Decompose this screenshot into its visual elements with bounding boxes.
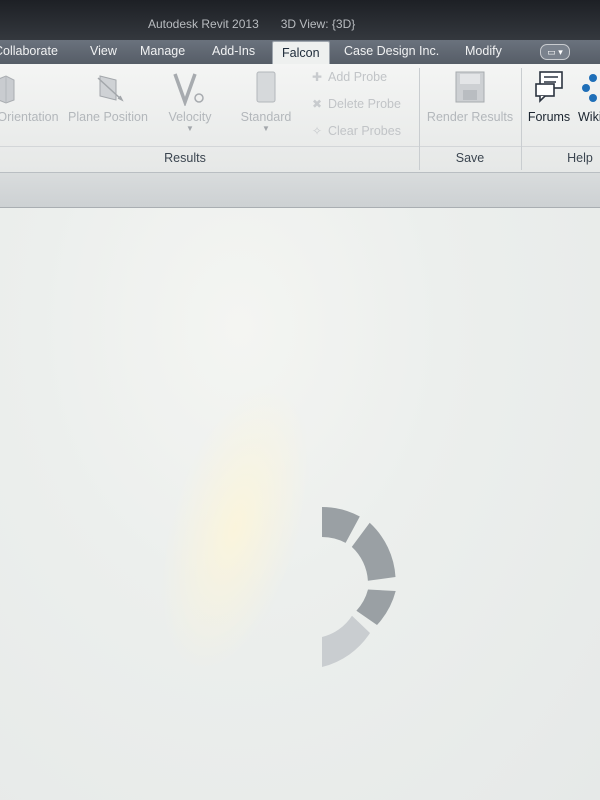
- title-bar: Autodesk Revit 2013 3D View: {3D}: [0, 0, 600, 40]
- window-title: Autodesk Revit 2013 3D View: {3D}: [148, 17, 355, 31]
- panel-divider: [419, 68, 420, 170]
- tab-case-design[interactable]: Case Design Inc.: [344, 44, 439, 58]
- help-panel-label: Help: [567, 151, 593, 165]
- standard-label: Standard: [240, 110, 292, 124]
- app-title: Autodesk Revit 2013: [148, 17, 259, 31]
- drawing-area[interactable]: [0, 208, 600, 800]
- add-probe-label: Add Probe: [328, 70, 388, 84]
- plane-position-button[interactable]: Plane Position: [64, 64, 152, 154]
- panel-divider: [521, 68, 522, 170]
- ribbon-tab-bar: Collaborate View Manage Add-Ins Falcon C…: [0, 40, 600, 64]
- render-results-icon: [455, 71, 485, 103]
- wiki-icon: [582, 74, 597, 102]
- velocity-label: Velocity: [168, 110, 212, 124]
- view-title: 3D View: {3D}: [280, 17, 356, 31]
- tab-manage[interactable]: Manage: [140, 44, 185, 58]
- delete-probe-icon: ✖: [312, 97, 323, 111]
- velocity-icon: [173, 73, 204, 106]
- clear-probes-button[interactable]: ✧ Clear Probes: [312, 124, 401, 138]
- options-bar: [0, 173, 600, 208]
- add-probe-button[interactable]: ✚ Add Probe: [312, 70, 387, 84]
- orientation-label: Orientation: [0, 110, 59, 124]
- render-results-label: Render Results: [426, 110, 514, 124]
- delete-probe-label: Delete Probe: [328, 97, 401, 111]
- plane-position-label: Plane Position: [68, 110, 148, 124]
- results-panel-label: Results: [164, 151, 206, 165]
- clear-probes-label: Clear Probes: [328, 124, 401, 138]
- tab-add-ins[interactable]: Add-Ins: [212, 44, 255, 58]
- velocity-dropdown-icon[interactable]: ▼: [158, 124, 222, 133]
- delete-probe-button[interactable]: ✖ Delete Probe: [312, 97, 401, 111]
- tab-collaborate[interactable]: Collaborate: [0, 44, 58, 58]
- orientation-icon: [0, 75, 15, 104]
- forums-button[interactable]: Forums: [524, 64, 574, 154]
- tab-modify[interactable]: Modify: [465, 44, 502, 58]
- tab-falcon[interactable]: Falcon: [272, 41, 330, 64]
- wiki-label: Wiki: [578, 110, 600, 124]
- save-panel-label: Save: [455, 151, 485, 165]
- velocity-button[interactable]: Velocity ▼: [158, 64, 222, 154]
- ribbon-options-icon[interactable]: ▭ ▾: [540, 44, 570, 60]
- plane-position-icon: [97, 75, 124, 102]
- orientation-button[interactable]: Orientation: [0, 64, 64, 154]
- tab-view[interactable]: View: [90, 44, 117, 58]
- screen-glare: [131, 365, 339, 691]
- standard-icon: [256, 71, 276, 103]
- render-results-button[interactable]: Render Results: [424, 64, 516, 154]
- forums-icon: [535, 71, 563, 103]
- add-probe-icon: ✚: [312, 70, 323, 84]
- standard-dropdown-icon[interactable]: ▼: [234, 124, 298, 133]
- forums-label: Forums: [527, 110, 571, 124]
- clear-probes-icon: ✧: [312, 124, 323, 138]
- wiki-button[interactable]: Wiki: [576, 64, 600, 154]
- standard-button[interactable]: Standard ▼: [234, 64, 298, 154]
- ribbon: Orientation Plane Position Velocity ▼ St…: [0, 64, 600, 173]
